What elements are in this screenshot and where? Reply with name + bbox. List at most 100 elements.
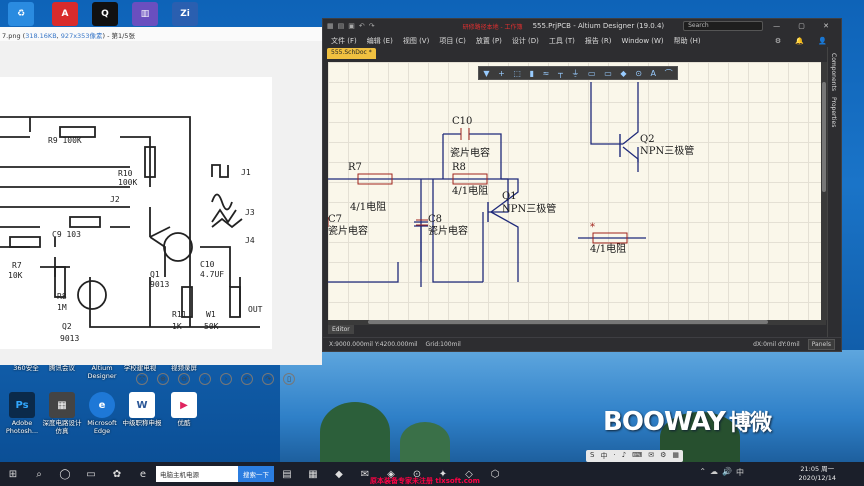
file-size-link[interactable]: 318.16KB [25,32,56,40]
system-clock[interactable]: 21:05 周一 2020/12/14 [799,465,836,483]
active-bar-tool-7[interactable]: ▭ [588,69,596,78]
menu-item-9[interactable]: 帮助 (H) [674,36,701,46]
active-bar-tool-5[interactable]: ┬ [558,69,563,78]
svg-text:9013: 9013 [60,334,79,343]
app-icon[interactable]: ▥ [132,2,158,26]
menu-item-1[interactable]: 编辑 (E) [367,36,393,46]
schematic-canvas[interactable]: C10 瓷片电容 R7 4/1电阻 R8 4/1电阻 C7 瓷片电容 C8 瓷片… [328,62,826,320]
taskbar-search-button[interactable]: 搜索一下 [238,466,274,482]
ime-tool-4[interactable]: ⌨ [632,451,642,461]
pdf-icon[interactable]: A [52,2,78,26]
rotate-left-icon[interactable]: ↶ [241,373,253,385]
crop-icon[interactable]: ▯ [283,373,295,385]
svg-text:4/1电阻: 4/1电阻 [590,242,626,255]
menu-item-6[interactable]: 工具 (T) [549,36,575,46]
youku-icon: ▶ [171,392,197,418]
zoom-out-icon[interactable]: ⊖ [178,373,190,385]
svg-text:Q1: Q1 [150,270,160,279]
search-icon[interactable]: ⌕ [29,466,49,482]
active-bar-tool-0[interactable]: ▼ [483,69,489,78]
app-switch-icon[interactable]: ✿ [107,466,127,482]
desktop-icon-edge[interactable]: e Microsoft Edge [80,392,124,435]
svg-text:Q2: Q2 [62,322,72,331]
active-bar-tool-2[interactable]: ⬚ [513,69,521,78]
menu-item-4[interactable]: 放置 (P) [476,36,502,46]
active-bar-tool-3[interactable]: ▮ [530,69,534,78]
svg-text:瓷片电容: 瓷片电容 [328,224,368,237]
ime-tool-2[interactable]: · [613,451,615,461]
windows-start-icon[interactable]: ⊞ [3,466,23,482]
menu-item-2[interactable]: 视图 (V) [403,36,429,46]
desktop-icon-word-doc[interactable]: W 中级职称申报 [120,392,164,427]
settings-notify-user-icons[interactable]: ⚙ 🔔 👤 [775,37,833,45]
menu-item-8[interactable]: Window (W) [621,37,663,45]
rotate-right-icon[interactable]: ↷ [262,373,274,385]
altium-taskbar-icon[interactable]: ⬡ [485,466,505,482]
ime-tool-3[interactable]: ♪ [622,451,626,461]
svg-text:Q2: Q2 [640,134,655,145]
store-icon[interactable]: ◆ [329,466,349,482]
active-bar-tool-6[interactable]: ⏚ [571,68,579,79]
svg-text:瓷片电容: 瓷片电容 [450,146,490,159]
altium-menu-bar: 文件 (F) 编辑 (E) 视图 (V) 项目 (C) 放置 (P) 设计 (D) 工具 (… [323,33,841,48]
fullscreen-icon[interactable]: ⤧ [136,373,148,385]
widgets-icon[interactable]: ▭ [81,466,101,482]
editor-tab[interactable]: Editor [328,325,354,334]
svg-text:NPN三极管: NPN三极管 [640,144,694,157]
active-bar-tool-11[interactable]: A [651,69,656,78]
tray-expand-icon[interactable]: ⌃ [699,467,706,478]
next-icon[interactable]: › [220,373,232,385]
image-viewer-window[interactable]: 7.png (318.16KB, 927x353像素) - 第1/5张 J1 J… [0,27,322,385]
edge-taskbar-icon[interactable]: e [133,466,153,482]
svg-text:J2: J2 [110,195,120,204]
desktop-icon-photoshop[interactable]: Ps Adobe Photosh... [0,392,44,435]
tab-555-schdoc[interactable]: 555.SchDoc * [327,48,376,59]
ime-tool-0[interactable]: S [590,451,594,461]
menu-item-7[interactable]: 报告 (R) [585,36,612,46]
side-tab-components[interactable]: Components [830,53,837,91]
svg-text:Q1: Q1 [502,191,517,202]
menu-item-0[interactable]: 文件 (F) [331,36,357,46]
svg-text:R7: R7 [12,261,22,270]
folder-icon[interactable]: ▤ [277,466,297,482]
active-bar-tool-1[interactable]: + [498,69,505,78]
ime-tool-5[interactable]: ✉ [648,451,654,461]
taskbar-search-input[interactable]: 电脑主机电源 [156,466,238,482]
cloud-icon[interactable]: ☁ [710,467,718,478]
active-bar-tool-10[interactable]: ⊙ [635,69,642,78]
volume-icon[interactable]: 🔊 [722,467,732,478]
window-controls[interactable]: — ▢ ✕ [773,22,837,30]
task-view-icon[interactable]: ◯ [55,466,75,482]
menu-item-5[interactable]: 设计 (D) [512,36,539,46]
ime-tool-7[interactable]: ▦ [672,451,679,461]
circuit-app-icon: ▦ [49,392,75,418]
svg-text:OUT: OUT [248,305,263,314]
ime-tool-1[interactable]: 中 [600,451,607,461]
svg-text:NPN三极管: NPN三极管 [502,202,556,215]
active-bar-tool-8[interactable]: ▭ [604,69,612,78]
menu-item-3[interactable]: 项目 (C) [439,36,466,46]
file-explorer-icon[interactable]: ▦ [303,466,323,482]
image-dims-link[interactable]: 927x353像素 [61,32,103,40]
zoom-in-icon[interactable]: ⊕ [157,373,169,385]
svg-text:4/1电阻: 4/1电阻 [452,184,488,197]
qq-icon[interactable]: Q [92,2,118,26]
recycle-bin-icon[interactable]: ♻ [8,2,34,26]
ime-indicator[interactable]: 中 [736,467,744,478]
prev-icon[interactable]: ‹ [199,373,211,385]
desktop-icon-circuit[interactable]: ▦ 深度电路设计仿真 [40,392,84,435]
canvas-horizontal-scrollbar[interactable] [328,320,826,325]
ime-tool-6[interactable]: ⚙ [660,451,666,461]
active-bar-tool-9[interactable]: ◆ [620,69,626,78]
active-bar-tool-4[interactable]: ≈ [543,69,550,78]
zj-icon[interactable]: Zi [172,2,198,26]
panels-button[interactable]: Panels [807,339,835,350]
search-input[interactable]: Search [683,21,764,31]
active-bar-tool-12[interactable]: ⌒ [665,68,673,79]
taskbar: ⊞ ⌕ ◯ ▭ ✿ e 电脑主机电源 搜索一下 ▤ ▦ ◆ ✉ ◈ ⊙ ✦ ◇ … [0,462,864,486]
desktop-icon-youku[interactable]: ▶ 优酷 [162,392,206,427]
altium-designer-window[interactable]: ▦▤▣↶↷ 研修路径本地 - 工作簿 555.PrjPCB - Altium D… [322,18,842,352]
altium-quick-access[interactable]: ▦▤▣↶↷ [327,22,379,30]
side-panel-tabs: Components Properties [827,47,841,347]
side-tab-properties[interactable]: Properties [830,97,837,127]
